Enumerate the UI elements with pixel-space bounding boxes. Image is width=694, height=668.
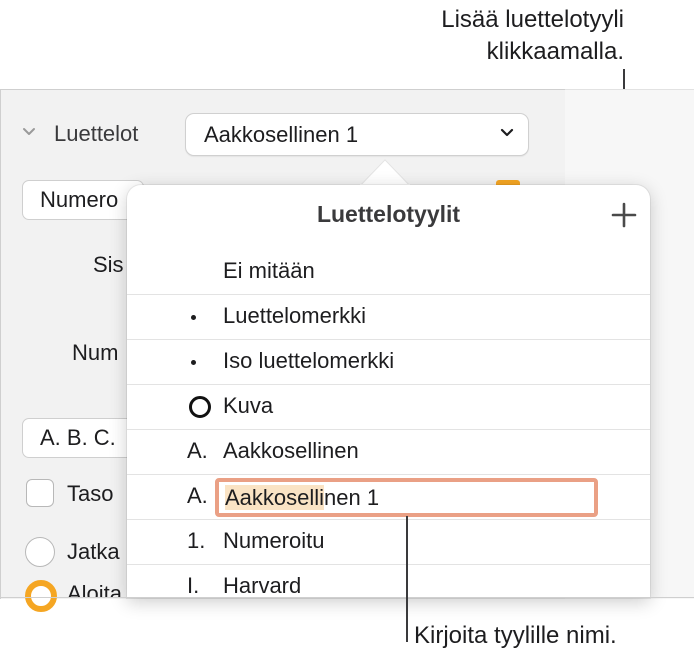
- style-name-text: Aakkosellinen 1: [225, 485, 379, 511]
- list-item-label: Numeroitu: [223, 528, 325, 553]
- continue-radio[interactable]: [25, 537, 55, 567]
- add-style-callout-line2: klikkaamalla.: [486, 38, 624, 65]
- list-type-value: Numero: [40, 187, 119, 212]
- list-item-marker: A.: [187, 483, 208, 508]
- list-item-label: Luettelomerkki: [223, 303, 367, 328]
- list-item-label: Aakkosellinen: [223, 438, 359, 463]
- list-item-label: Ei mitään: [223, 258, 315, 283]
- image-bullet-icon: [189, 396, 211, 418]
- list-style-popup[interactable]: Aakkosellinen 1: [185, 113, 529, 156]
- list-type-popup[interactable]: Numero: [22, 180, 144, 220]
- tiered-numbers-label: Taso: [67, 481, 114, 506]
- list-item-marker: 1.: [187, 528, 206, 553]
- add-style-callout-line1: Lisää luettelotyyli: [441, 6, 624, 33]
- style-name-field[interactable]: Aakkosellinen 1: [215, 478, 598, 517]
- plus-icon[interactable]: [611, 202, 637, 228]
- continue-radio-label: Jatka: [67, 539, 120, 564]
- number-label: Num: [72, 340, 119, 365]
- list-item-label: Harvard: [223, 573, 302, 598]
- start-radio-label: Aloita: [67, 581, 123, 597]
- tiered-numbers-checkbox[interactable]: [26, 479, 54, 507]
- number-format-value: A. B. C.: [40, 425, 116, 450]
- selected-text: Aakkoselli: [225, 485, 325, 510]
- list-item[interactable]: Iso luettelomerkki: [127, 339, 650, 385]
- indent-label: Sis: [93, 252, 124, 277]
- list-item[interactable]: Ei mitään: [127, 249, 650, 295]
- list-item-marker: I.: [187, 573, 200, 598]
- bullet-icon: [191, 360, 196, 365]
- unselected-text: nen 1: [324, 485, 380, 510]
- list-item[interactable]: A. Aakkosellinen: [127, 429, 650, 475]
- start-radio[interactable]: [25, 580, 57, 612]
- list-styles-popover: Luettelotyylit Ei mitään Luettelomerkki …: [127, 185, 650, 598]
- name-style-leader-line: [406, 516, 408, 642]
- list-item-label: Iso luettelomerkki: [223, 348, 395, 373]
- list-item[interactable]: Kuva: [127, 384, 650, 430]
- list-item[interactable]: Luettelomerkki: [127, 294, 650, 340]
- list-item[interactable]: I. Harvard: [127, 564, 650, 609]
- list-item[interactable]: 1. Numeroitu: [127, 519, 650, 565]
- divider: [0, 597, 694, 598]
- popover-title: Luettelotyylit: [316, 201, 461, 227]
- list-style-popup-value: Aakkosellinen 1: [204, 122, 359, 147]
- add-style-callout: Lisää luettelotyyli klikkaamalla.: [441, 4, 624, 68]
- section-label-lists: Luettelot: [54, 121, 139, 146]
- popover-arrow: [360, 159, 410, 186]
- chevron-down-icon: [500, 128, 514, 137]
- list-item-marker: A.: [187, 438, 208, 463]
- name-style-callout: Kirjoita tyylille nimi.: [414, 622, 617, 649]
- bullet-icon: [191, 315, 196, 320]
- chevron-down-icon[interactable]: [22, 124, 36, 138]
- list-item-label: Kuva: [223, 393, 274, 418]
